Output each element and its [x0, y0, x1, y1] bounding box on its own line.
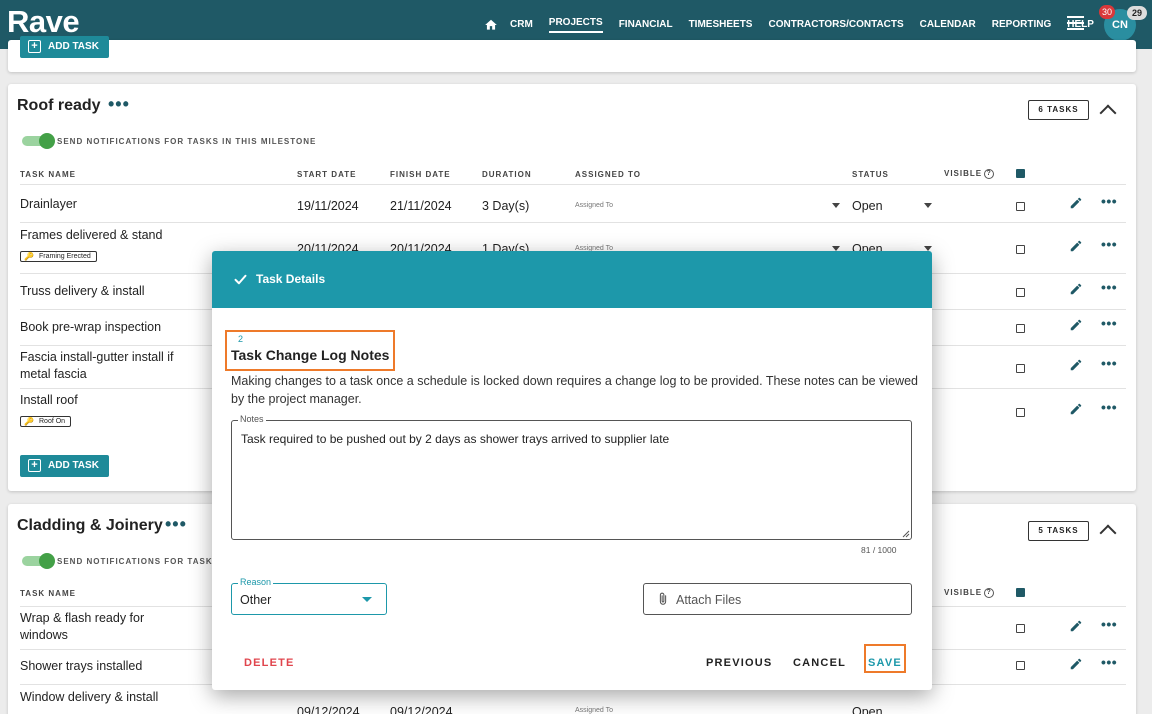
check-icon: [234, 274, 247, 285]
section-title: Task Change Log Notes: [231, 347, 390, 363]
hamburger-menu-icon[interactable]: [1067, 16, 1084, 30]
change-log-description: Making changes to a task once a schedule…: [231, 374, 919, 406]
delete-button[interactable]: DELETE: [244, 657, 295, 669]
save-button[interactable]: SAVE: [868, 657, 902, 669]
notes-label: Notes: [238, 414, 266, 424]
cancel-button[interactable]: CANCEL: [793, 657, 846, 669]
nav-crm[interactable]: CRM: [510, 18, 533, 32]
attach-files-placeholder: Attach Files: [676, 593, 742, 607]
nav-calendar[interactable]: CALENDAR: [920, 18, 976, 32]
notes-textarea[interactable]: Notes Task required to be pushed out by …: [231, 414, 912, 540]
step-number: 2: [238, 334, 244, 344]
notes-value: Task required to be pushed out by 2 days…: [241, 432, 670, 446]
previous-button[interactable]: PREVIOUS: [706, 657, 772, 669]
task-details-modal: Task Details 2 Task Change Log Notes Mak…: [212, 251, 932, 690]
home-icon[interactable]: [484, 18, 498, 32]
notification-badge: 30: [1099, 5, 1115, 19]
attach-files-input[interactable]: Attach Files: [643, 583, 912, 615]
nav-projects[interactable]: PROJECTS: [548, 16, 603, 33]
message-count-badge: 29: [1127, 6, 1147, 20]
nav-contractors-contacts[interactable]: CONTRACTORS/CONTACTS: [768, 18, 903, 32]
character-counter: 81 / 1000: [861, 545, 897, 555]
rave-logo[interactable]: Rave: [7, 4, 80, 40]
nav-reporting[interactable]: REPORTING: [992, 18, 1051, 32]
dropdown-arrow-icon[interactable]: [362, 597, 372, 602]
paperclip-icon: [659, 592, 667, 605]
reason-value: Other: [240, 593, 272, 607]
modal-title: Task Details: [256, 272, 326, 286]
reason-label: Reason: [238, 577, 274, 587]
nav-timesheets[interactable]: TIMESHEETS: [689, 18, 753, 32]
reason-select[interactable]: Reason Other: [231, 577, 387, 615]
nav-financial[interactable]: FINANCIAL: [619, 18, 673, 32]
modal-header: Task Details: [212, 251, 932, 308]
resize-handle-icon[interactable]: [902, 530, 910, 538]
